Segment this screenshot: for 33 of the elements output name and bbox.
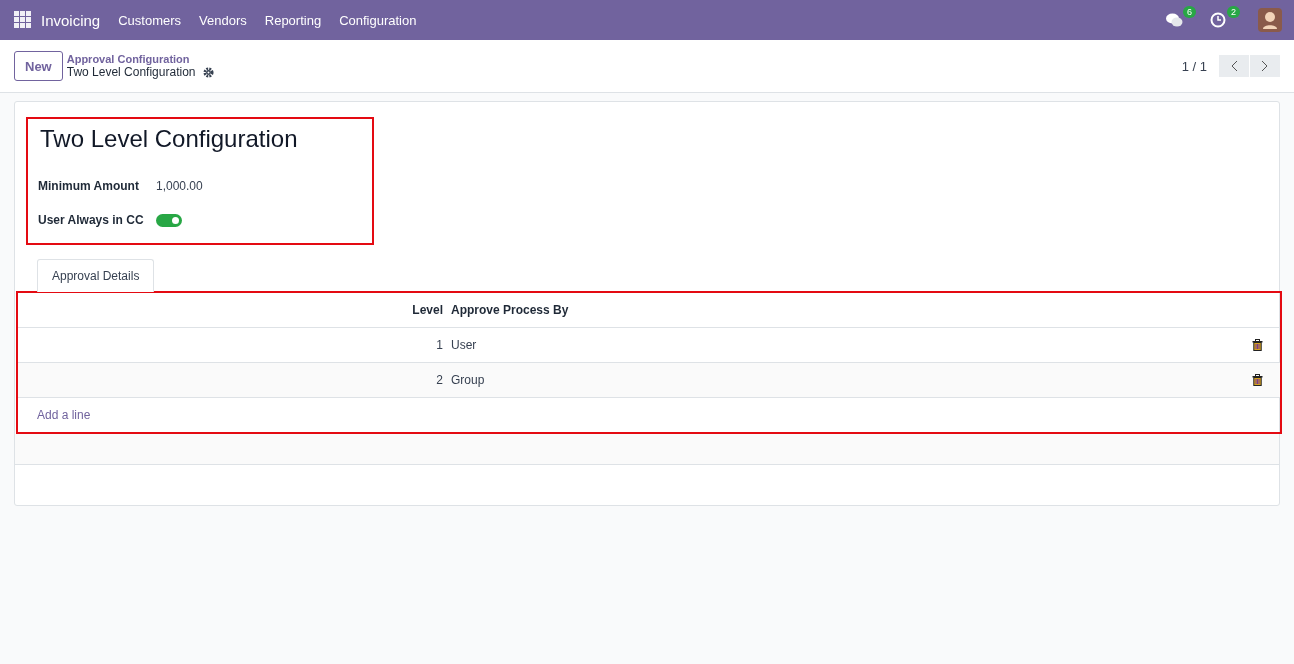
column-header[interactable]: Level (18, 303, 451, 317)
breadcrumb-link[interactable]: Approval Configuration (66, 53, 215, 65)
tab[interactable]: Approval Details (37, 259, 155, 292)
field-value: 1,000.00 (156, 179, 203, 193)
breadcrumb-current: Two Level Configuration (66, 65, 196, 79)
field-label: Minimum Amount (38, 179, 140, 193)
record-title: Two Level Configuration (40, 125, 299, 153)
column-header[interactable]: Approve Process By (451, 303, 1280, 317)
table-cell-text: User (451, 338, 478, 352)
add-line-link[interactable]: Add a line (37, 408, 91, 422)
field-label: User Always in CC (38, 213, 145, 227)
table-cell-text: Group (451, 373, 486, 387)
apps-menu-icon[interactable] (14, 11, 32, 29)
avatar[interactable] (1258, 8, 1282, 32)
toggle-switch[interactable] (156, 213, 182, 227)
chat-icon[interactable] (1166, 12, 1183, 28)
menu-item[interactable]: Reporting (264, 12, 322, 28)
menu-item[interactable]: Configuration (339, 12, 417, 28)
app-name[interactable]: Invoicing (41, 11, 101, 29)
menu-item[interactable]: Customers (118, 12, 182, 28)
message-count-badge: 6 (1183, 6, 1196, 18)
clock-icon[interactable] (1210, 12, 1226, 28)
activity-count-badge: 2 (1227, 6, 1240, 18)
table-cell-text: 1 (435, 338, 444, 352)
trash-icon[interactable] (1252, 339, 1263, 351)
settings-icon[interactable] (203, 66, 215, 78)
pager-value: 1 / 1 (1181, 58, 1207, 74)
chevron-left-icon (1230, 60, 1238, 72)
table-cell-text: 2 (435, 373, 444, 387)
new-button[interactable]: New (14, 51, 63, 81)
menu-item[interactable]: Vendors (199, 12, 247, 28)
chevron-right-icon (1261, 60, 1269, 72)
trash-icon[interactable] (1252, 374, 1263, 386)
